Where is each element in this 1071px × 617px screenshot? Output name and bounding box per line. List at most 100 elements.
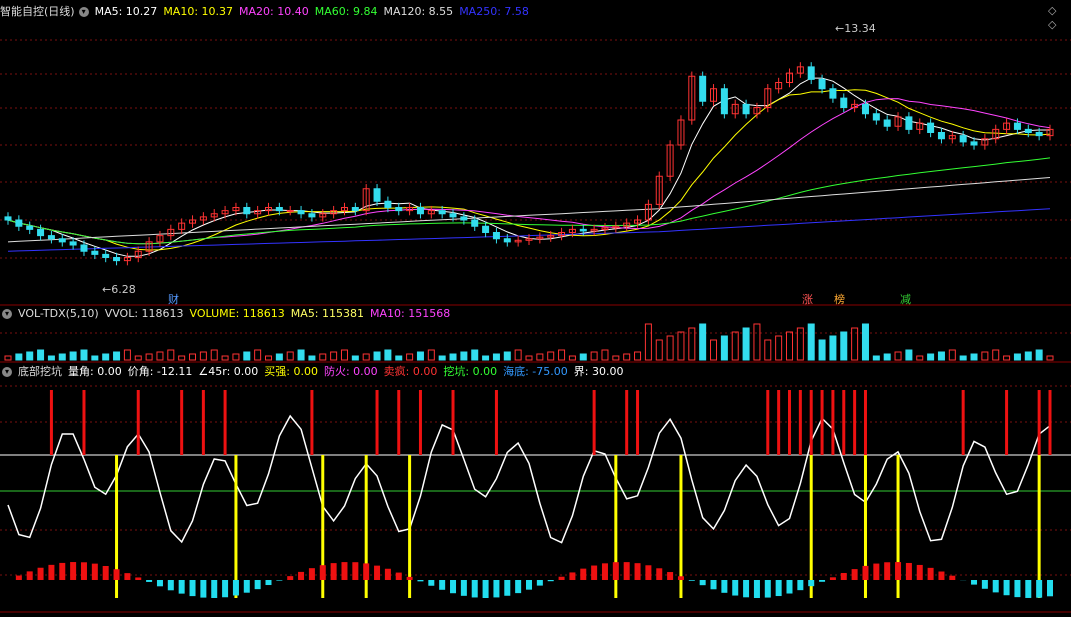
histogram-bar [406,576,413,580]
volume-bar [395,355,403,361]
volume-bar [959,355,967,361]
histogram-bar [656,568,663,580]
histogram-bar [612,562,619,580]
volume-bar [26,351,34,361]
histogram-bar [753,580,760,598]
histogram-bar [775,580,782,597]
histogram-bar [732,580,739,596]
diamond-icon[interactable]: ◇ [1048,18,1056,31]
sell-signal-bar [788,390,791,455]
ma60-line [7,157,1051,245]
volume-bar [568,355,576,361]
indicator-label: MA5: 10.27 [94,5,158,18]
volume-bar [623,353,631,361]
event-tag-finance[interactable]: 财 [168,291,179,307]
oscillator-line [7,414,1051,544]
volume-bar [102,353,110,361]
event-tag-reduce[interactable]: 减 [900,291,911,307]
candle-body [959,135,967,143]
histogram-bar [786,580,793,594]
high-price-label: ←13.34 [835,22,876,35]
sell-signal-bar [494,390,498,455]
sell-signal-bar [451,390,455,455]
histogram-bar [135,577,142,580]
indicator-label: MA10: 151568 [370,307,451,320]
diamond-icon[interactable]: ◇ [1048,4,1056,17]
volume-bar [492,353,500,361]
volume-bar [807,323,815,361]
candle-body [1013,122,1021,130]
indicator-label: 买强: 0.00 [264,365,318,378]
histogram-bar [200,580,207,598]
candle-body [503,238,511,243]
histogram-bar [363,563,370,580]
volume-bar [460,351,468,361]
volume-bar [601,349,609,361]
volume-panel-header: ▾ VOL-TDX(5,10) VVOL: 118613 VOLUME: 118613… [0,306,462,322]
bottom-panel-header: ▾ 底部挖坑 量角: 0.00 价角: -12.11 ∠45r: 0.00 买强: 0.0… [0,364,635,380]
sell-signal-bar [1037,390,1041,455]
candle-body [1035,132,1043,137]
histogram-bar [243,580,250,593]
volume-bar [634,351,642,361]
event-tag-rise[interactable]: 涨 [802,291,813,307]
histogram-bar [808,580,815,587]
event-tag-rank[interactable]: 榜 [834,291,845,307]
ma5-line [7,77,1050,257]
volume-bar [666,335,674,361]
histogram-bar [862,565,869,580]
indicator-label: MA20: 10.40 [239,5,309,18]
candle-body [416,207,424,215]
histogram-bar [927,567,934,580]
histogram-bar [102,565,109,580]
volume-bar [156,351,164,361]
volume-bar [243,351,251,361]
volume-bar [449,353,457,361]
histogram-bar [222,580,229,598]
dropdown-icon[interactable]: ▾ [2,309,12,319]
candle-body [80,244,88,252]
volume-bar [558,349,566,361]
histogram-bar [743,580,750,598]
candle-body [807,66,815,80]
volume-bar [818,339,826,361]
histogram-bar [580,568,587,580]
main-panel-title: 智能自控(日线) [0,5,75,18]
sell-signal-bar [625,390,629,455]
volume-bar [254,349,262,361]
histogram-bar [1047,580,1053,597]
histogram-bar [374,565,381,580]
histogram-bar [699,580,706,586]
sell-signal-bar [863,390,867,455]
histogram-bar [829,577,836,580]
sell-signal-bar [853,390,857,455]
histogram-bar [1003,580,1010,596]
histogram-bar [178,580,185,594]
volume-bar [47,355,55,361]
volume-bar [699,323,707,361]
histogram-bar [439,580,446,590]
dropdown-icon[interactable]: ▾ [78,7,89,17]
histogram-bar [189,580,196,597]
volume-bar [612,355,620,361]
volume-bar [937,351,945,361]
histogram-bar [80,562,87,580]
histogram-bar [971,580,978,585]
sell-signal-bar [1048,390,1052,455]
volume-bar [905,349,913,361]
histogram-bar [493,580,500,598]
volume-bar [427,349,435,361]
candle-body [69,241,77,246]
candle-body [47,235,55,240]
indicator-label: MA250: 7.58 [459,5,529,18]
low-price-label: ←6.28 [102,283,136,296]
bottom-panel-title: 底部挖坑 [18,365,62,378]
histogram-bar [851,569,858,580]
volume-bar [319,353,327,361]
candle-body [438,210,446,215]
histogram-bar [156,580,163,587]
dropdown-icon[interactable]: ▾ [2,367,12,377]
volume-bar [330,351,338,361]
histogram-bar [884,562,891,580]
candle-body [1024,128,1032,133]
